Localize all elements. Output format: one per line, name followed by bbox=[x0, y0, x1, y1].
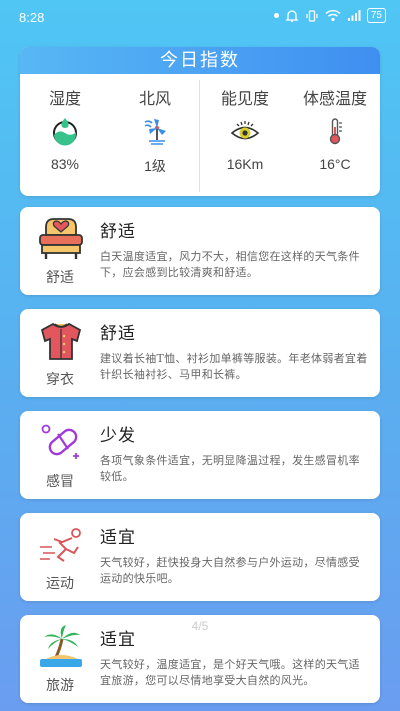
status-bar: 8:28 75 bbox=[0, 0, 400, 34]
life-description: 建议着长袖T恤、衬衫加单裤等服装。年老体弱者宜着针织长袖衬衫、马甲和长裤。 bbox=[100, 352, 368, 381]
runner-icon bbox=[40, 528, 81, 562]
visibility-value: 16Km bbox=[226, 156, 264, 172]
life-description: 天气较好，赶快投身大自然参与户外运动，尽情感受运动的快乐吧。 bbox=[100, 556, 360, 585]
wind-label: 北风 bbox=[138, 89, 171, 108]
alarm-icon bbox=[285, 9, 299, 22]
humidity-icon bbox=[53, 118, 77, 146]
battery-icon: 75 bbox=[366, 8, 386, 23]
life-card-sport[interactable]: 运动 适宜 天气较好，赶快投身大自然参与户外运动，尽情感受运动的快乐吧。 bbox=[20, 513, 380, 601]
life-icon-label: 穿衣 bbox=[46, 372, 74, 388]
pill-icon bbox=[41, 424, 79, 459]
visibility-label: 能见度 bbox=[220, 89, 269, 108]
life-description: 天气较好，温度适宜，是个好天气哦。这样的天气适宜旅游，您可以尽情地享受大自然的风… bbox=[100, 658, 360, 687]
life-title: 少发 bbox=[100, 426, 136, 446]
eye-icon bbox=[230, 121, 260, 140]
status-time: 8:28 bbox=[19, 10, 45, 25]
life-icon-label: 运动 bbox=[46, 576, 74, 592]
humidity-value: 83% bbox=[50, 156, 80, 172]
shirt-icon bbox=[40, 322, 82, 360]
life-card-cold[interactable]: 感冒 少发 各项气象条件适宜，无明显降温过程，发生感冒机率较低。 bbox=[20, 411, 380, 499]
life-description: 白天温度适宜，风力不大，相信您在这样的天气条件下，应会感到比较清爽和舒适。 bbox=[100, 250, 360, 279]
life-icon-label: 感冒 bbox=[46, 474, 74, 490]
thermometer-icon bbox=[329, 118, 342, 145]
life-title: 适宜 bbox=[100, 528, 136, 548]
life-title: 舒适 bbox=[100, 222, 136, 242]
wifi-icon bbox=[325, 9, 341, 22]
life-card-comfort[interactable]: 舒适 舒适 白天温度适宜，风力不大，相信您在这样的天气条件下，应会感到比较清爽和… bbox=[20, 207, 380, 295]
feels-like-value: 16°C bbox=[319, 156, 351, 172]
today-index-card: 今日指数 湿度 83% 北风 1级 能见度 16Km 体感温度 16°C bbox=[20, 47, 380, 196]
status-icons: 75 bbox=[273, 8, 386, 23]
life-icon-label: 舒适 bbox=[46, 270, 74, 286]
notification-dot-icon bbox=[273, 13, 279, 18]
today-index-title: 今日指数 bbox=[20, 47, 380, 74]
life-card-dressing[interactable]: 穿衣 舒适 建议着长袖T恤、衬衫加单裤等服装。年老体弱者宜着针织长袖衬衫、马甲和… bbox=[20, 309, 380, 397]
life-icon-label: 旅游 bbox=[46, 678, 74, 694]
feels-like-label: 体感温度 bbox=[302, 89, 367, 108]
index-grid: 湿度 83% 北风 1级 能见度 16Km 体感温度 16°C bbox=[20, 74, 380, 196]
humidity-label: 湿度 bbox=[48, 89, 81, 108]
signal-icon bbox=[347, 10, 361, 21]
sofa-heart-icon bbox=[39, 218, 83, 259]
life-title: 舒适 bbox=[100, 324, 136, 344]
wind-turbine-icon bbox=[144, 119, 166, 145]
life-description: 各项气象条件适宜，无明显降温过程，发生感冒机率较低。 bbox=[100, 454, 360, 483]
wind-value: 1级 bbox=[144, 158, 166, 174]
vibrate-icon bbox=[306, 9, 318, 22]
page-indicator: 4/5 bbox=[191, 619, 209, 633]
